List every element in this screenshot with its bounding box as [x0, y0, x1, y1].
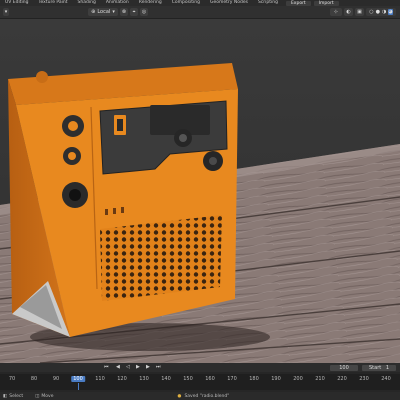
snap-icon[interactable]: ⌖ [130, 8, 138, 16]
transform-orientation-dropdown[interactable]: ⊕ Local ▾ [88, 8, 118, 16]
tick-label: 210 [315, 376, 325, 382]
orientation-icon: ⊕ [91, 9, 96, 15]
prev-keyframe-icon[interactable]: ◀ [116, 364, 120, 370]
start-frame-field[interactable]: Start 1 [362, 365, 396, 371]
tick-label: 160 [205, 376, 215, 382]
tick-label: 190 [271, 376, 281, 382]
playhead-line[interactable] [78, 383, 79, 390]
tick-label: 220 [337, 376, 347, 382]
tick-label: 140 [161, 376, 171, 382]
radio-model[interactable] [8, 63, 238, 337]
xray-icon[interactable]: ▣ [355, 8, 364, 16]
start-label: Start [369, 365, 382, 371]
shading-modes: ○ ● ◑ ◕ [366, 8, 396, 16]
tick-label: 110 [95, 376, 105, 382]
playhead-frame-label[interactable]: 100 [71, 376, 85, 382]
tick-label: 70 [8, 376, 16, 382]
export-button[interactable]: Export [285, 0, 311, 6]
frame-ruler[interactable]: 70 80 90 100 110 120 130 140 150 160 170… [0, 374, 400, 390]
tick-label: 170 [227, 376, 237, 382]
import-button[interactable]: Import [313, 0, 339, 6]
start-value: 1 [385, 365, 389, 371]
tick-label: 150 [183, 376, 193, 382]
timeline-header: ⏮ ◀ ◁ ▶ ▶ ⏭ 100 Start 1 [0, 363, 400, 372]
jump-end-icon[interactable]: ⏭ [156, 364, 161, 370]
tick-label: 120 [117, 376, 127, 382]
status-bar: ◧ Select ◫ Move ● Saved "radio.blend" [0, 392, 400, 400]
info-icon: ● [177, 393, 182, 399]
rendered-scene [0, 63, 400, 363]
rendered-shading-icon[interactable]: ◕ [388, 9, 393, 15]
3d-viewport[interactable] [0, 19, 400, 363]
tick-label: 90 [52, 376, 60, 382]
tick-label: 80 [30, 376, 38, 382]
jump-start-icon[interactable]: ⏮ [104, 364, 109, 370]
play-icon[interactable]: ▶ [136, 364, 140, 370]
mouse-middle-icon: ◫ [35, 393, 40, 399]
tick-label: 200 [293, 376, 303, 382]
mouse-left-icon: ◧ [3, 393, 8, 399]
play-reverse-icon[interactable]: ◁ [126, 364, 130, 370]
current-frame-field[interactable]: 100 [330, 365, 358, 371]
tick-label: 230 [359, 376, 369, 382]
next-keyframe-icon[interactable]: ▶ [146, 364, 150, 370]
pivot-icon[interactable]: ⊗ [120, 8, 128, 16]
wireframe-shading-icon[interactable]: ○ [369, 9, 373, 15]
proportional-edit-icon[interactable]: ◎ [140, 8, 148, 16]
overlays-icon[interactable]: ◐ [344, 8, 353, 16]
solid-shading-icon[interactable]: ● [376, 9, 380, 15]
orientation-label: Local [97, 9, 111, 15]
select-hint: Select [9, 393, 24, 399]
chevron-down-icon: ▾ [112, 9, 115, 15]
material-shading-icon[interactable]: ◑ [382, 9, 386, 15]
move-hint: Move [41, 393, 54, 399]
status-message: Saved "radio.blend" [184, 393, 230, 399]
tick-label: 180 [249, 376, 259, 382]
tick-label: 240 [381, 376, 391, 382]
gizmo-icon[interactable]: ⊹ [330, 8, 342, 16]
viewport-header: ▾ ⊕ Local ▾ ⊗ ⌖ ◎ ⊹ ◐ ▣ ○ ● ◑ ◕ [0, 6, 400, 19]
tick-label: 130 [139, 376, 149, 382]
editor-type-icon[interactable]: ▾ [3, 8, 9, 16]
